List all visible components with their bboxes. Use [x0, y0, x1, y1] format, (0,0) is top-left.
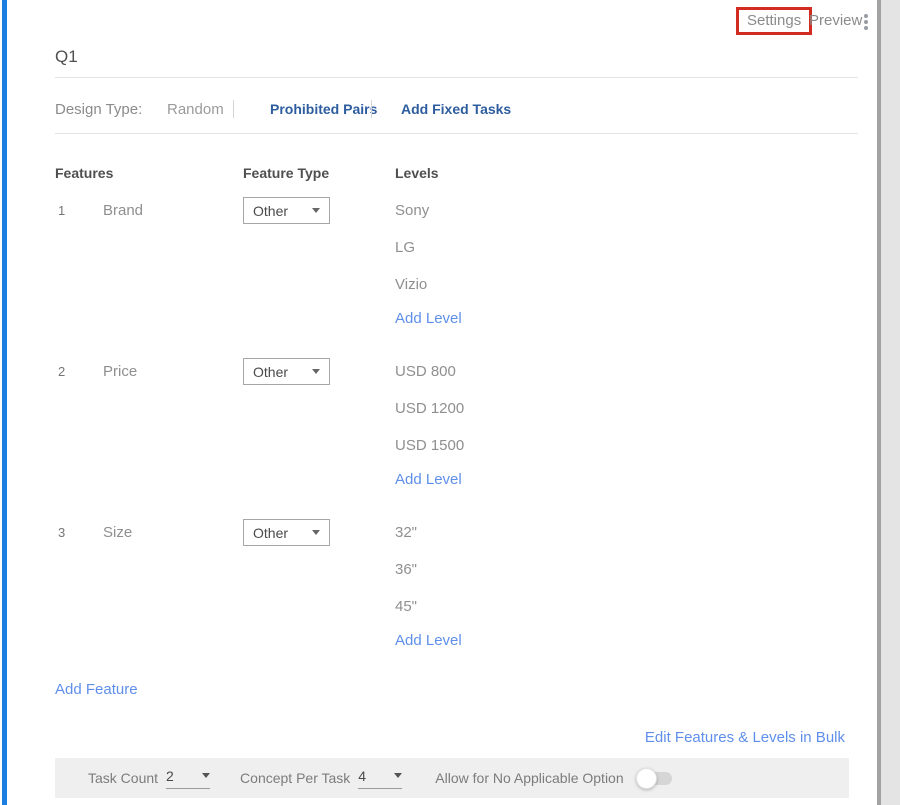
design-type-option-add-fixed-tasks[interactable]: Add Fixed Tasks — [401, 101, 511, 117]
feature-index: 1 — [58, 203, 65, 218]
level-field[interactable]: USD 1500 — [395, 437, 464, 474]
kebab-menu-icon[interactable] — [860, 11, 872, 33]
design-type-label: Design Type: — [55, 101, 142, 118]
feature-row: 3 Size Other 32" 36" 45" Add Level — [0, 518, 900, 679]
dropdown-arrow-icon — [394, 773, 402, 778]
dropdown-arrow-icon — [312, 530, 320, 535]
divider — [55, 133, 858, 134]
feature-type-value: Other — [253, 364, 288, 380]
add-level-link[interactable]: Add Level — [395, 632, 462, 649]
task-count-label: Task Count — [88, 770, 158, 786]
level-field[interactable]: 45" — [395, 598, 462, 635]
level-field[interactable]: LG — [395, 239, 462, 276]
level-field[interactable]: 36" — [395, 561, 462, 598]
feature-name-field[interactable]: Size — [103, 524, 132, 541]
feature-index: 2 — [58, 364, 65, 379]
feature-type-select[interactable]: Other — [243, 519, 330, 546]
design-type-option-random[interactable]: Random — [167, 101, 224, 118]
design-type-option-prohibited-pairs[interactable]: Prohibited Pairs — [270, 101, 377, 117]
add-level-link[interactable]: Add Level — [395, 310, 462, 327]
feature-index: 3 — [58, 525, 65, 540]
settings-button[interactable]: Settings — [736, 7, 812, 35]
concept-per-task-value: 4 — [358, 768, 366, 784]
level-field[interactable]: 32" — [395, 524, 462, 561]
level-field[interactable]: Vizio — [395, 276, 462, 313]
add-feature-link[interactable]: Add Feature — [55, 681, 138, 698]
feature-row: 2 Price Other USD 800 USD 1200 USD 1500 … — [0, 357, 900, 518]
task-options-bar: Task Count 2 Concept Per Task 4 Allow fo… — [55, 758, 849, 798]
level-field[interactable]: USD 800 — [395, 363, 464, 400]
dropdown-arrow-icon — [312, 369, 320, 374]
dropdown-arrow-icon — [202, 773, 210, 778]
no-applicable-option-label: Allow for No Applicable Option — [435, 770, 623, 786]
no-applicable-option-toggle[interactable] — [638, 772, 672, 785]
scrollbar-track[interactable] — [881, 0, 900, 805]
feature-type-select[interactable]: Other — [243, 358, 330, 385]
question-title: Q1 — [55, 47, 78, 67]
feature-type-select[interactable]: Other — [243, 197, 330, 224]
column-header-levels: Levels — [395, 165, 439, 181]
level-field[interactable]: Sony — [395, 202, 462, 239]
dropdown-arrow-icon — [312, 208, 320, 213]
feature-type-value: Other — [253, 203, 288, 219]
feature-type-value: Other — [253, 525, 288, 541]
task-count-value: 2 — [166, 768, 174, 784]
divider — [371, 100, 372, 118]
divider — [233, 100, 234, 118]
task-count-select[interactable]: 2 — [166, 768, 210, 789]
add-level-link[interactable]: Add Level — [395, 471, 464, 488]
kebab-dot — [864, 26, 868, 30]
level-field[interactable]: USD 1200 — [395, 400, 464, 437]
divider — [55, 77, 858, 78]
concept-per-task-label: Concept Per Task — [240, 770, 350, 786]
toggle-knob — [636, 768, 657, 789]
conjoint-design-editor: Settings Preview Q1 Design Type: Random … — [0, 0, 900, 805]
feature-row: 1 Brand Other Sony LG Vizio Add Level — [0, 196, 900, 357]
feature-name-field[interactable]: Price — [103, 363, 137, 380]
edit-features-levels-bulk-link[interactable]: Edit Features & Levels in Bulk — [645, 729, 845, 746]
kebab-dot — [864, 14, 868, 18]
column-header-features: Features — [55, 165, 113, 181]
preview-button[interactable]: Preview — [809, 12, 862, 29]
concept-per-task-select[interactable]: 4 — [358, 768, 402, 789]
kebab-dot — [864, 20, 868, 24]
column-header-feature-type: Feature Type — [243, 165, 329, 181]
feature-name-field[interactable]: Brand — [103, 202, 143, 219]
